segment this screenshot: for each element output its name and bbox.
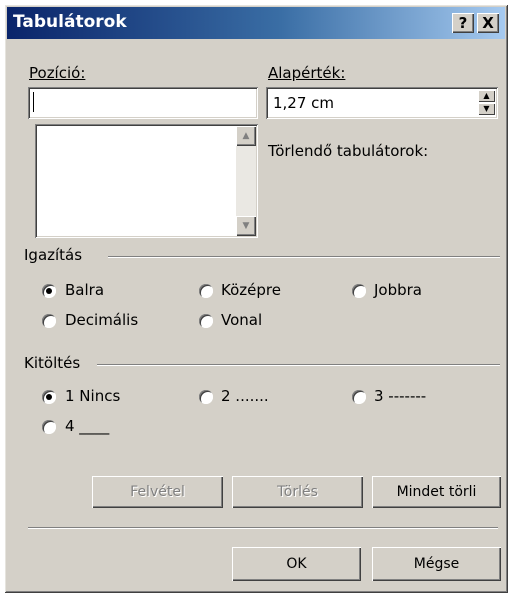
ok-button[interactable]: OK: [232, 547, 361, 581]
align-center-label[interactable]: Középre: [221, 281, 281, 299]
dialog-title: Tabulátorok: [13, 12, 127, 32]
align-left-label[interactable]: Balra: [65, 281, 104, 299]
leader-none-label[interactable]: 1 Nincs: [65, 387, 120, 405]
alignment-group-label: Igazítás: [24, 246, 83, 264]
default-stops-input[interactable]: 1,27 cm ▲ ▼: [266, 87, 498, 119]
tab-stop-list[interactable]: ▲ ▼: [35, 124, 258, 238]
leader-dashes-radio[interactable]: [352, 390, 366, 404]
default-stops-value: 1,27 cm: [273, 94, 335, 112]
leader-underline-radio[interactable]: [42, 420, 56, 434]
leader-dashes-label[interactable]: 3 -------: [374, 387, 426, 405]
close-button[interactable]: X: [477, 13, 499, 33]
cancel-button[interactable]: Mégse: [372, 547, 501, 581]
align-decimal-radio[interactable]: [42, 314, 56, 328]
default-label: Alapérték:: [268, 64, 346, 82]
align-right-radio[interactable]: [352, 284, 366, 298]
set-button[interactable]: Felvétel: [92, 476, 223, 508]
list-scrollbar[interactable]: ▲ ▼: [236, 126, 256, 236]
leader-group-label: Kitöltés: [24, 354, 81, 372]
leader-none-radio[interactable]: [42, 390, 56, 404]
clear-button[interactable]: Törlés: [232, 476, 363, 508]
align-left-radio[interactable]: [42, 284, 56, 298]
position-label: Pozíció:: [29, 64, 86, 82]
align-center-radio[interactable]: [199, 284, 213, 298]
leader-divider: [97, 364, 500, 366]
clear-all-button[interactable]: Mindet törli: [372, 476, 501, 508]
text-caret: [33, 92, 34, 112]
clear-label: Törlendő tabulátorok:: [268, 142, 429, 160]
spin-up-icon[interactable]: ▲: [478, 90, 495, 102]
leader-underline-label[interactable]: 4 ____: [65, 417, 109, 435]
align-bar-radio[interactable]: [199, 314, 213, 328]
title-bar: Tabulátorok ? X: [7, 7, 505, 39]
spin-down-icon[interactable]: ▼: [478, 103, 495, 115]
align-bar-label[interactable]: Vonal: [221, 311, 262, 329]
alignment-divider: [108, 256, 500, 258]
scroll-up-icon[interactable]: ▲: [236, 126, 256, 146]
leader-dots-label[interactable]: 2 .......: [221, 387, 269, 405]
help-button[interactable]: ?: [452, 13, 474, 33]
align-right-label[interactable]: Jobbra: [374, 281, 422, 299]
leader-dots-radio[interactable]: [199, 390, 213, 404]
align-decimal-label[interactable]: Decimális: [65, 311, 138, 329]
position-input[interactable]: [28, 87, 258, 119]
scroll-down-icon[interactable]: ▼: [236, 216, 256, 236]
button-separator: [28, 527, 498, 529]
